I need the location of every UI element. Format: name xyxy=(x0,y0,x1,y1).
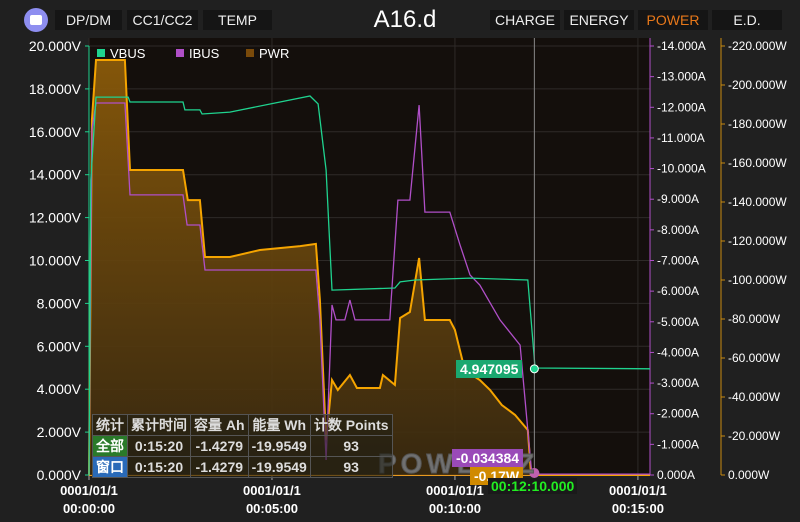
stats-row-all: 全部 0:15:20 -1.4279 -19.9549 93 xyxy=(92,435,393,457)
cursor-vbus-marker xyxy=(529,364,539,374)
power-tick-label: -180.000W xyxy=(728,117,787,131)
stats-header-row: 统计 累计时间 容量 Ah 能量 Wh 计数 Points xyxy=(92,414,393,436)
legend-label-ibus: IBUS xyxy=(189,46,220,61)
current-tick-label: 0.000A xyxy=(657,468,695,482)
stats-cell: -1.4279 xyxy=(190,435,249,457)
cursor-vbus-label: 4.947095 xyxy=(456,360,523,378)
current-tick-label: -3.000A xyxy=(657,376,699,390)
legend-label-pwr: PWR xyxy=(259,46,289,61)
power-tick-label: -40.000W xyxy=(728,390,781,404)
current-tick-label: -6.000A xyxy=(657,284,699,298)
power-tick-label: -100.000W xyxy=(728,273,787,287)
legend-swatch-pwr xyxy=(246,49,254,57)
stats-cell: 0:15:20 xyxy=(127,435,191,457)
power-tick-label: -20.000W xyxy=(728,429,781,443)
stats-header: 计数 Points xyxy=(309,414,393,436)
x-tick-label: 00:00:00 xyxy=(63,501,115,516)
voltage-tick-label: 20.000V xyxy=(29,38,82,54)
power-tick-label: -140.000W xyxy=(728,195,787,209)
x-tick-label: 00:15:00 xyxy=(612,501,664,516)
current-tick-label: -9.000A xyxy=(657,192,699,206)
stats-row-window: 窗口 0:15:20 -1.4279 -19.9549 93 xyxy=(92,456,393,478)
current-tick-label: -8.000A xyxy=(657,223,699,237)
voltage-tick-label: 6.000V xyxy=(37,338,82,354)
stats-table: 统计 累计时间 容量 Ah 能量 Wh 计数 Points 全部 0:15:20… xyxy=(92,414,393,478)
voltage-tick-label: 2.000V xyxy=(37,424,82,440)
x-tick-label: 00:10:00 xyxy=(429,501,481,516)
stats-cell: -19.9549 xyxy=(247,435,311,457)
voltage-tick-label: 16.000V xyxy=(29,124,82,140)
x-tick-label: 0001/01/1 xyxy=(426,483,484,498)
current-tick-label: -11.000A xyxy=(657,131,705,145)
cursor-ibus-label: -0.034384 xyxy=(452,449,524,467)
x-tick-label: 0001/01/1 xyxy=(609,483,667,498)
power-tick-label: -160.000W xyxy=(728,156,787,170)
power-tick-label: -200.000W xyxy=(728,78,787,92)
power-tick-label: -220.000W xyxy=(728,39,787,53)
cursor-time-label: 00:12:10.000 xyxy=(488,478,578,494)
stats-row-label: 窗口 xyxy=(92,456,128,478)
legend-swatch-vbus xyxy=(97,49,105,57)
power-tick-label: 0.000W xyxy=(728,468,770,482)
current-tick-label: -2.000A xyxy=(657,407,699,421)
power-tick-label: -60.000W xyxy=(728,351,781,365)
x-tick-label: 00:05:00 xyxy=(246,501,298,516)
voltage-tick-label: 14.000V xyxy=(29,167,82,183)
current-tick-label: -7.000A xyxy=(657,254,699,268)
stats-cell: 93 xyxy=(309,435,393,457)
voltage-tick-label: 18.000V xyxy=(29,81,82,97)
stats-cell: 0:15:20 xyxy=(127,456,191,478)
voltage-tick-label: 8.000V xyxy=(37,295,82,311)
legend-label-vbus: VBUS xyxy=(110,46,146,61)
current-tick-label: -14.000A xyxy=(657,39,706,53)
voltage-tick-label: 10.000V xyxy=(29,253,82,269)
x-tick-label: 0001/01/1 xyxy=(60,483,118,498)
voltage-tick-label: 4.000V xyxy=(37,381,82,397)
voltage-tick-label: 0.000V xyxy=(37,467,82,483)
power-tick-label: -80.000W xyxy=(728,312,781,326)
current-tick-label: -1.000A xyxy=(657,437,699,451)
x-tick-label: 0001/01/1 xyxy=(243,483,301,498)
stats-cell: 93 xyxy=(309,456,393,478)
stats-header: 能量 Wh xyxy=(247,414,311,436)
current-tick-label: -10.000A xyxy=(657,162,706,176)
legend-swatch-ibus xyxy=(176,49,184,57)
stats-header: 累计时间 xyxy=(127,414,191,436)
voltage-tick-label: 12.000V xyxy=(29,210,82,226)
stats-row-label: 全部 xyxy=(92,435,128,457)
current-tick-label: -12.000A xyxy=(657,100,706,114)
current-tick-label: -5.000A xyxy=(657,315,699,329)
stats-cell: -1.4279 xyxy=(190,456,249,478)
current-tick-label: -13.000A xyxy=(657,70,706,84)
stats-header: 统计 xyxy=(92,414,128,436)
power-tick-label: -120.000W xyxy=(728,234,787,248)
stats-header: 容量 Ah xyxy=(190,414,249,436)
stats-cell: -19.9549 xyxy=(247,456,311,478)
current-tick-label: -4.000A xyxy=(657,345,699,359)
